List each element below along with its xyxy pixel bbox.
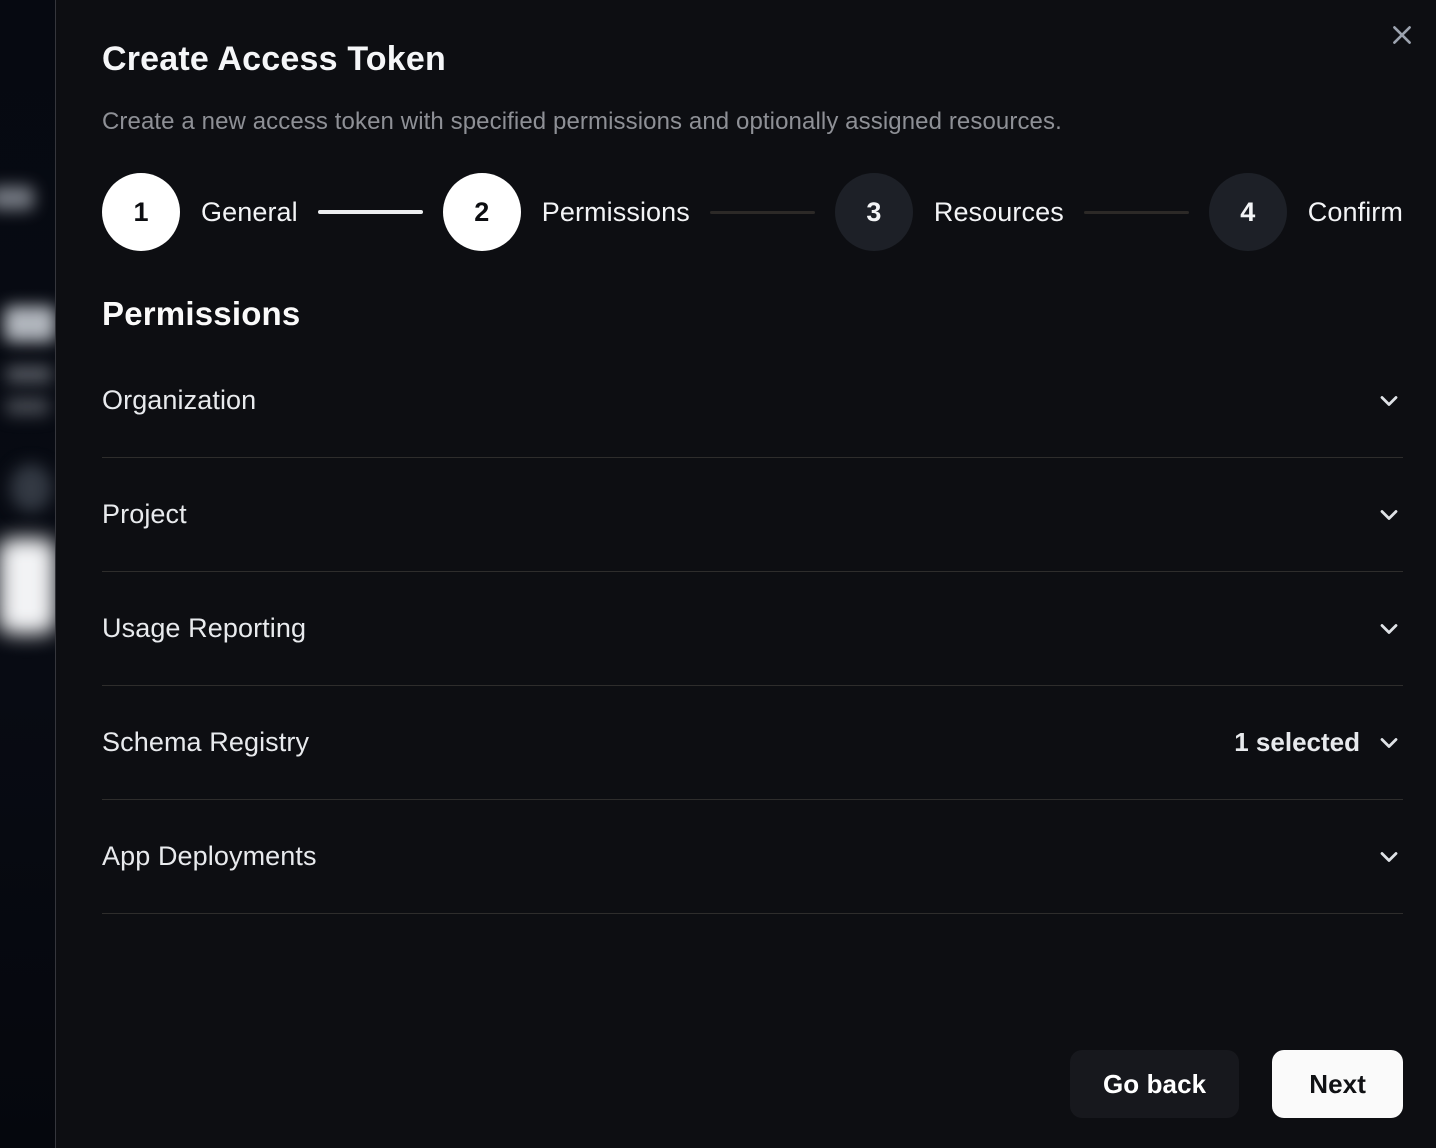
permission-row-label: Schema Registry <box>102 727 309 758</box>
create-access-token-dialog: Create Access Token Create a new access … <box>55 0 1436 1148</box>
permission-row-schema-registry[interactable]: Schema Registry 1 selected <box>102 686 1403 800</box>
dialog-title: Create Access Token <box>102 40 1403 79</box>
next-button[interactable]: Next <box>1272 1050 1403 1118</box>
blurred-sidebar-item <box>10 464 52 512</box>
stepper: 1 General 2 Permissions 3 Resources 4 Co… <box>102 173 1403 251</box>
close-icon <box>1389 22 1415 51</box>
step-resources-number: 3 <box>835 173 913 251</box>
step-general-label: General <box>201 197 298 228</box>
step-general-number: 1 <box>102 173 180 251</box>
chevron-down-icon <box>1375 729 1403 757</box>
go-back-button[interactable]: Go back <box>1070 1050 1239 1118</box>
step-permissions-number: 2 <box>443 173 521 251</box>
chevron-down-icon <box>1375 843 1403 871</box>
permission-row-project[interactable]: Project <box>102 458 1403 572</box>
blurred-sidebar-item <box>0 186 34 210</box>
dialog-subtitle: Create a new access token with specified… <box>102 108 1403 136</box>
permission-row-app-deployments[interactable]: App Deployments <box>102 800 1403 914</box>
stepper-connector-todo <box>1084 211 1189 214</box>
blurred-sidebar-item <box>6 398 49 415</box>
blurred-sidebar-item <box>4 306 56 342</box>
step-resources[interactable]: 3 Resources <box>835 173 1064 251</box>
permission-row-label: Organization <box>102 385 256 416</box>
dialog-footer: Go back Next <box>1070 1050 1403 1118</box>
stepper-connector-todo <box>710 211 815 214</box>
chevron-down-icon <box>1375 387 1403 415</box>
blurred-sidebar-item <box>6 366 52 383</box>
permission-row-label: App Deployments <box>102 841 317 872</box>
permission-groups-list: Organization Project Usage Reporting <box>102 344 1403 914</box>
step-confirm[interactable]: 4 Confirm <box>1209 173 1403 251</box>
step-permissions-label: Permissions <box>542 197 690 228</box>
permission-row-label: Project <box>102 499 187 530</box>
step-confirm-number: 4 <box>1209 173 1287 251</box>
step-general[interactable]: 1 General <box>102 173 298 251</box>
chevron-down-icon <box>1375 501 1403 529</box>
stepper-connector-done <box>318 210 423 214</box>
close-button[interactable] <box>1380 14 1424 58</box>
chevron-down-icon <box>1375 615 1403 643</box>
step-permissions[interactable]: 2 Permissions <box>443 173 690 251</box>
permissions-section-heading: Permissions <box>102 295 1403 333</box>
blurred-sidebar-button <box>0 538 56 634</box>
permission-row-usage-reporting[interactable]: Usage Reporting <box>102 572 1403 686</box>
selection-count-badge: 1 selected <box>1234 727 1360 758</box>
permission-row-label: Usage Reporting <box>102 613 306 644</box>
permission-row-organization[interactable]: Organization <box>102 344 1403 458</box>
step-confirm-label: Confirm <box>1308 197 1403 228</box>
step-resources-label: Resources <box>934 197 1064 228</box>
